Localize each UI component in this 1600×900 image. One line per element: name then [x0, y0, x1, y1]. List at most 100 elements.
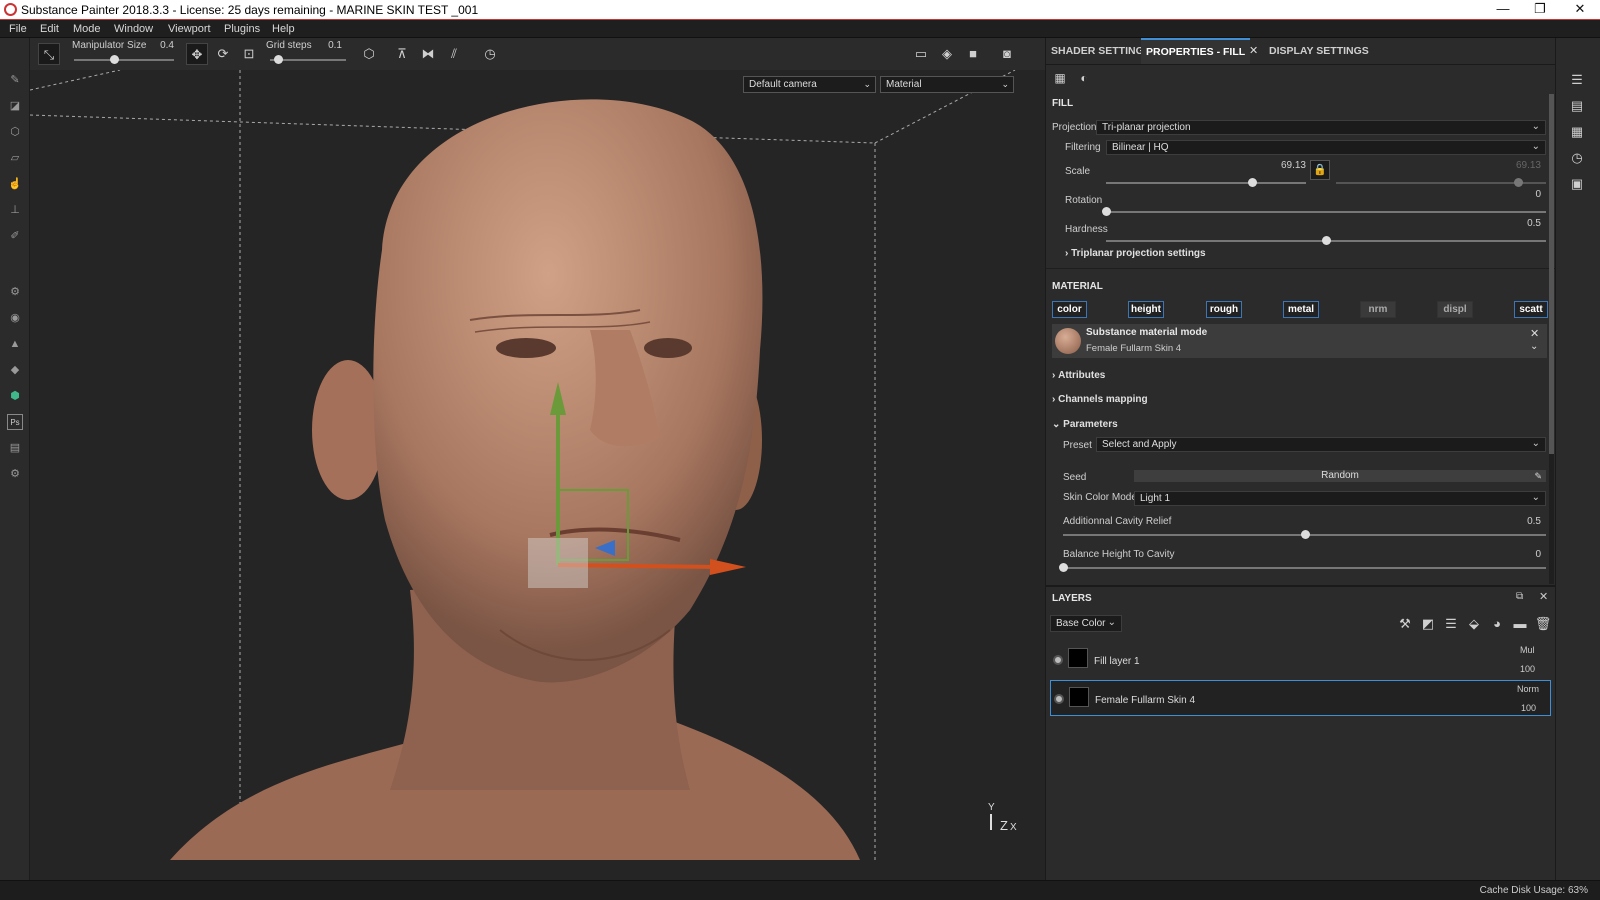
- tab-properties-fill[interactable]: PROPERTIES - FILL: [1141, 38, 1251, 64]
- balance-height-handle[interactable]: [1059, 563, 1068, 572]
- grid-steps-handle[interactable]: [273, 55, 283, 64]
- material-ball-icon[interactable]: ◐: [1074, 68, 1094, 88]
- delete-layer-icon[interactable]: 🗑: [1534, 615, 1552, 633]
- eraser-icon[interactable]: ◪: [7, 98, 23, 114]
- screenshot-icon[interactable]: ◙: [996, 43, 1018, 65]
- properties-icon[interactable]: ▦: [1050, 68, 1070, 88]
- menu-file[interactable]: File: [9, 20, 27, 38]
- close-panel-icon[interactable]: ✕: [1539, 590, 1548, 603]
- add-effect-icon[interactable]: ⚒: [1396, 615, 1414, 633]
- texture-set-icon[interactable]: ▤: [1568, 98, 1586, 114]
- clone-stamp-icon[interactable]: ⊥: [7, 202, 23, 218]
- skin-color-mode-select[interactable]: Light 1 ⌄: [1134, 491, 1546, 506]
- layer-channel-select[interactable]: Base Color ⌄: [1050, 615, 1122, 632]
- channel-rough-button[interactable]: rough: [1206, 301, 1242, 318]
- properties-scrollbar-thumb[interactable]: [1549, 94, 1554, 454]
- rotation-handle[interactable]: [1102, 207, 1111, 216]
- channel-displ-button[interactable]: displ: [1437, 301, 1473, 318]
- export-textures-icon[interactable]: ▤: [7, 440, 23, 456]
- iray-icon[interactable]: ⬢: [7, 388, 23, 404]
- layer-row[interactable]: Fill layer 1 Mul 100: [1050, 642, 1551, 678]
- scale-icon[interactable]: ⊡: [238, 43, 260, 65]
- projection-select[interactable]: Tri-planar projection ⌄: [1096, 120, 1546, 135]
- color-picker-icon[interactable]: ✐: [7, 228, 23, 244]
- move-icon[interactable]: ✥: [186, 43, 208, 65]
- close-window-button[interactable]: ✕: [1562, 0, 1598, 20]
- attributes-toggle[interactable]: › Attributes: [1052, 370, 1105, 381]
- channel-height-button[interactable]: height: [1128, 301, 1164, 318]
- rotate-icon[interactable]: ⟳: [212, 43, 234, 65]
- add-smart-material-icon[interactable]: ◕: [1488, 615, 1506, 633]
- scale-slider[interactable]: [1106, 182, 1306, 184]
- tab-shader-settings[interactable]: SHADER SETTINGS: [1046, 38, 1156, 64]
- filtering-select[interactable]: Bilinear | HQ ⌄: [1106, 140, 1546, 155]
- align-icon[interactable]: ⊼: [391, 43, 413, 65]
- photoshop-export-icon[interactable]: Ps: [7, 414, 23, 430]
- tab-display-settings[interactable]: DISPLAY SETTINGS: [1264, 38, 1374, 64]
- layer-blend-mode[interactable]: Mul: [1520, 645, 1535, 655]
- transform-icon[interactable]: ⤡: [38, 43, 60, 65]
- menu-edit[interactable]: Edit: [40, 20, 59, 38]
- camera-icon[interactable]: ■: [962, 43, 984, 65]
- chevron-down-icon[interactable]: ⌄: [1530, 341, 1538, 352]
- channels-mapping-toggle[interactable]: › Channels mapping: [1052, 394, 1148, 405]
- log-icon[interactable]: ▣: [1568, 176, 1586, 192]
- bake-icon[interactable]: ▲: [7, 336, 23, 352]
- seed-random-button[interactable]: Random ✎: [1134, 470, 1546, 482]
- float-panel-icon[interactable]: ⧉: [1516, 591, 1523, 602]
- balance-height-slider[interactable]: [1063, 567, 1546, 569]
- remove-material-icon[interactable]: ✕: [1530, 327, 1539, 340]
- visibility-eye-icon[interactable]: [1053, 655, 1063, 665]
- scale-handle[interactable]: [1248, 178, 1257, 187]
- add-fill-layer-icon[interactable]: ⬙: [1465, 615, 1483, 633]
- add-folder-icon[interactable]: ▬: [1511, 615, 1529, 633]
- smudge-icon[interactable]: ☝: [7, 176, 23, 192]
- manipulator-size-handle[interactable]: [110, 55, 119, 64]
- layer-opacity[interactable]: 100: [1520, 664, 1535, 674]
- layer-blend-mode[interactable]: Norm: [1517, 684, 1539, 694]
- 3d-view-icon[interactable]: ◈: [936, 43, 958, 65]
- history-icon[interactable]: ◷: [1568, 150, 1586, 166]
- plugin-settings-icon[interactable]: ⚙: [7, 466, 23, 482]
- menu-help[interactable]: Help: [272, 20, 295, 38]
- display-mode-select[interactable]: Material ⌄: [880, 76, 1014, 93]
- menu-viewport[interactable]: Viewport: [168, 20, 211, 38]
- layers-dock-icon[interactable]: ☰: [1568, 72, 1586, 88]
- hardness-handle[interactable]: [1322, 236, 1331, 245]
- shelf-icon[interactable]: ⚙: [7, 284, 23, 300]
- close-tab-icon[interactable]: ✕: [1249, 44, 1258, 57]
- channel-nrm-button[interactable]: nrm: [1360, 301, 1396, 318]
- properties-scrollbar[interactable]: [1549, 94, 1554, 584]
- menu-window[interactable]: Window: [114, 20, 153, 38]
- grid-dock-icon[interactable]: ▦: [1568, 124, 1586, 140]
- visibility-eye-icon[interactable]: [1054, 694, 1064, 704]
- viewport-frame-icon[interactable]: ▭: [910, 43, 932, 65]
- minimize-button[interactable]: —: [1485, 0, 1521, 20]
- channel-color-button[interactable]: color: [1052, 301, 1087, 318]
- lock-icon[interactable]: 🔒: [1310, 160, 1330, 180]
- parameters-toggle[interactable]: ⌄ Parameters: [1052, 419, 1118, 430]
- viewer-settings-icon[interactable]: ◉: [7, 310, 23, 326]
- substance-material-card[interactable]: Substance material mode Female Fullarm S…: [1052, 324, 1547, 358]
- channel-metal-button[interactable]: metal: [1283, 301, 1319, 318]
- paint-brush-icon[interactable]: ✎: [7, 72, 23, 88]
- layer-row[interactable]: Female Fullarm Skin 4 Norm 100: [1050, 680, 1551, 716]
- object-mode-icon[interactable]: ⬡: [358, 43, 380, 65]
- snap-icon[interactable]: ⫽: [443, 43, 465, 65]
- panel-splitter[interactable]: [1046, 585, 1556, 587]
- add-layer-icon[interactable]: ☰: [1442, 615, 1460, 633]
- reset-transform-icon[interactable]: ◷: [479, 43, 501, 65]
- layer-opacity[interactable]: 100: [1521, 703, 1536, 713]
- menu-mode[interactable]: Mode: [73, 20, 101, 38]
- manipulator-size-slider[interactable]: [74, 59, 174, 61]
- 3d-viewport[interactable]: Default camera ⌄ Material ⌄ Y Z X: [30, 70, 1045, 880]
- menu-plugins[interactable]: Plugins: [224, 20, 260, 38]
- channel-scatt-button[interactable]: scatt: [1514, 301, 1548, 318]
- add-mask-icon[interactable]: ◩: [1419, 615, 1437, 633]
- cavity-relief-handle[interactable]: [1300, 530, 1310, 539]
- maximize-button[interactable]: ❐: [1522, 0, 1558, 20]
- polygon-fill-icon[interactable]: ▱: [7, 150, 23, 166]
- mirror-icon[interactable]: ⧓: [417, 43, 439, 65]
- projection-tool-icon[interactable]: ⬡: [7, 124, 23, 140]
- triplanar-settings-toggle[interactable]: › Triplanar projection settings: [1065, 248, 1206, 259]
